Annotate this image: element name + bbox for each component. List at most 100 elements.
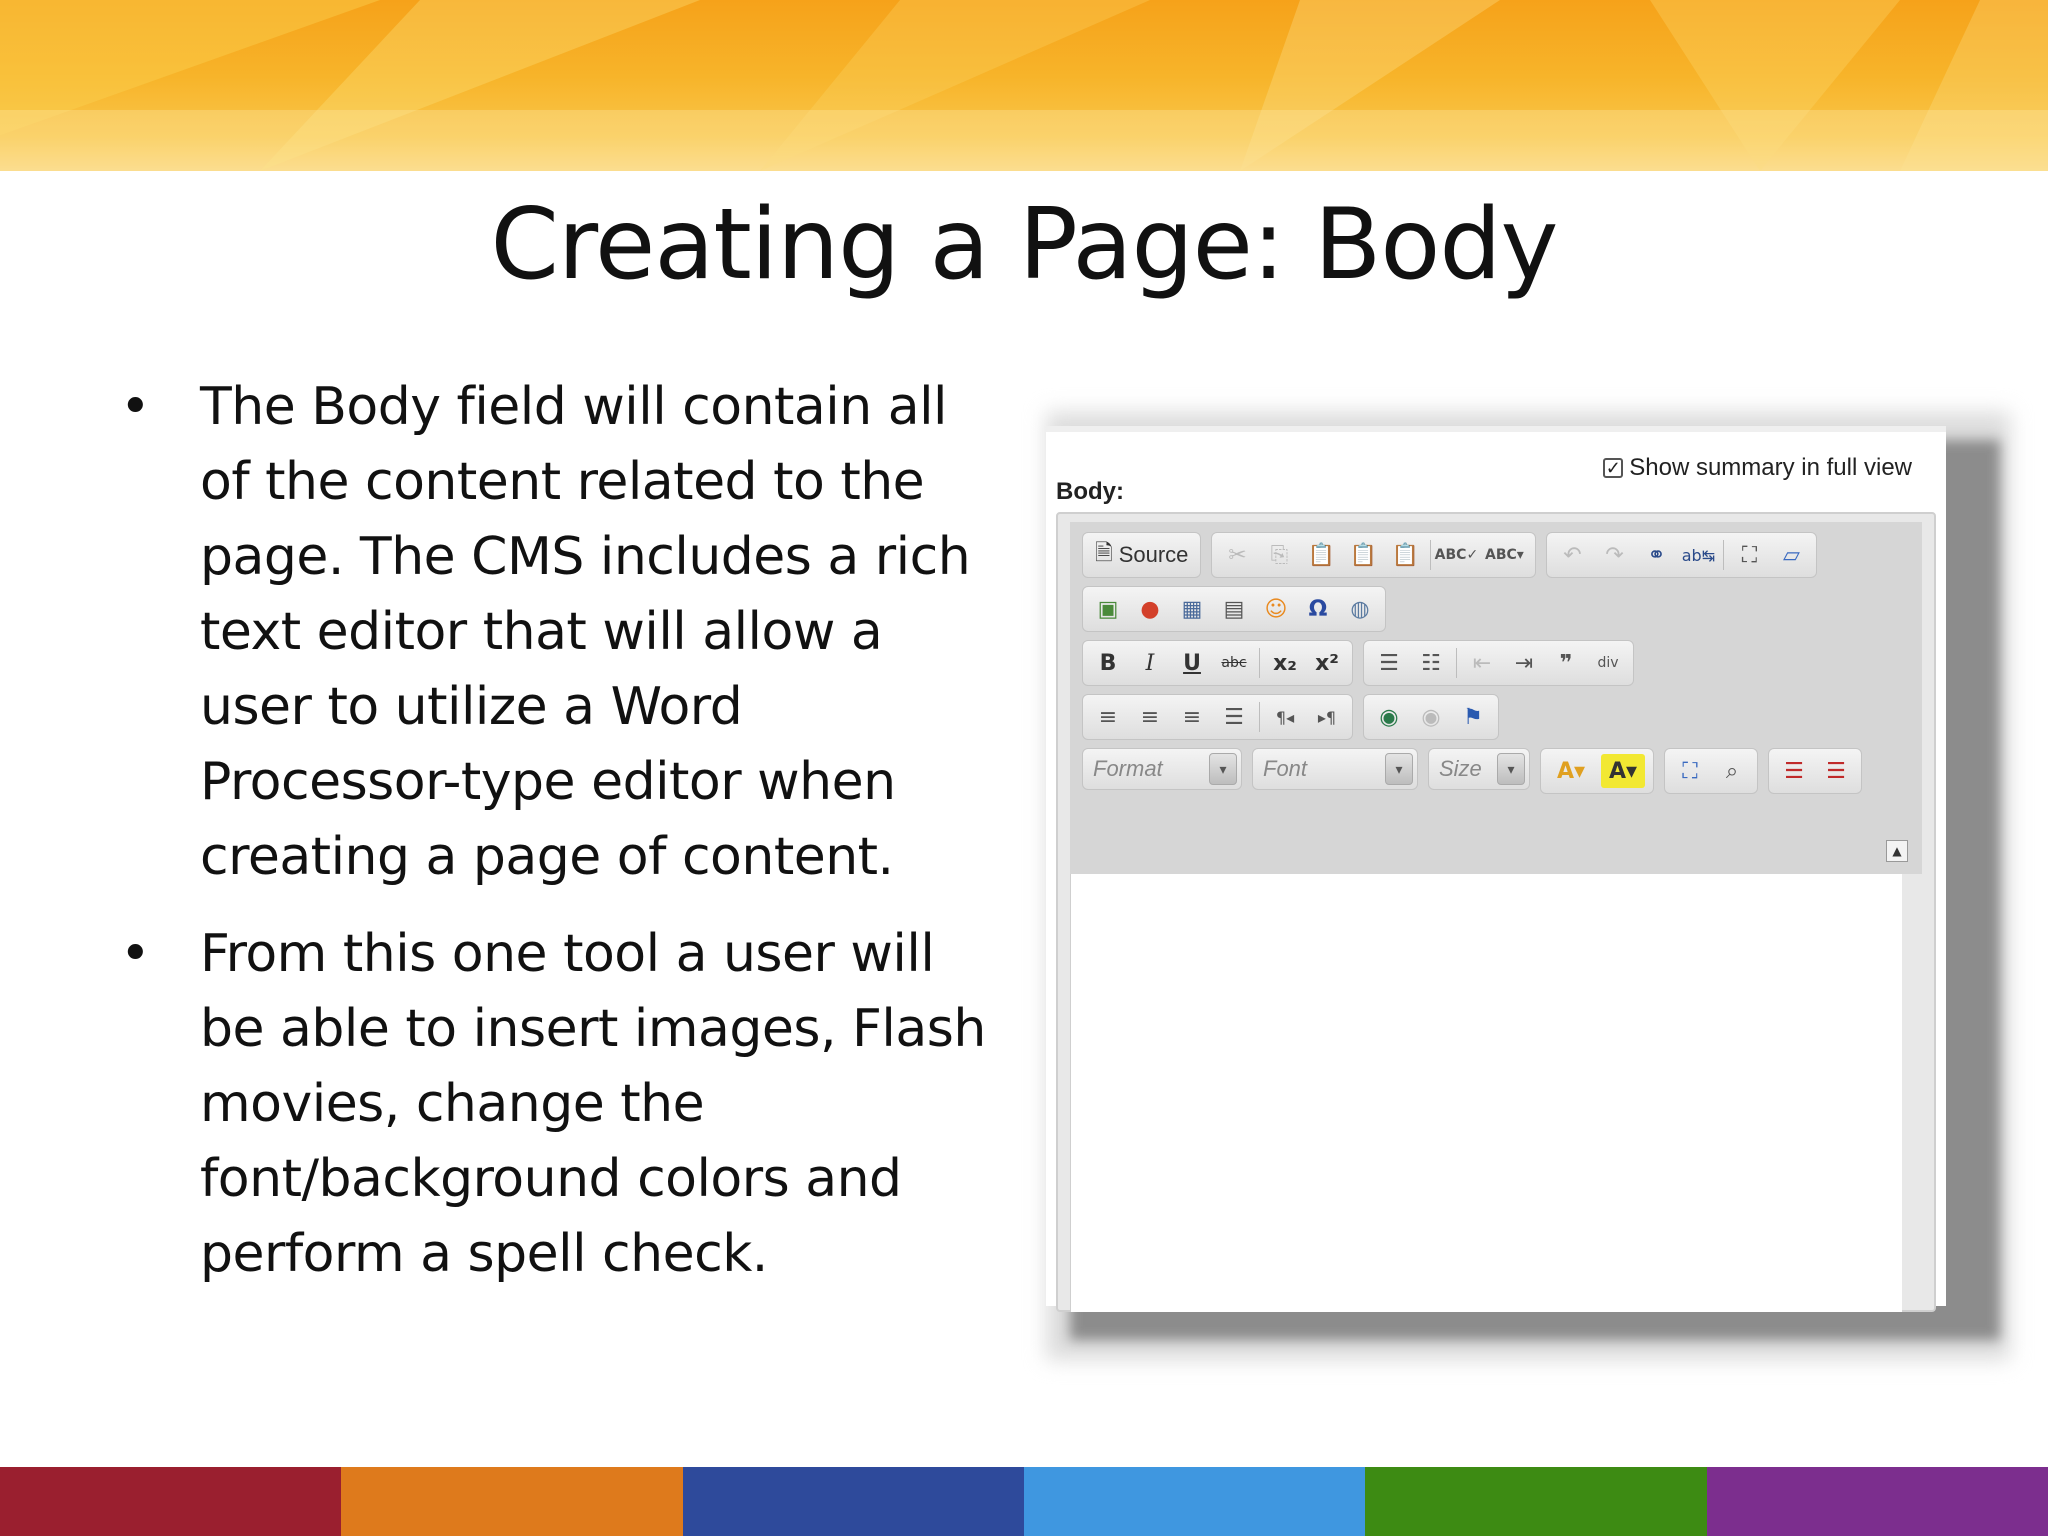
toolbar-group-align: ≡ ≡ ≡ ☰ ¶◂ ▸¶ xyxy=(1082,694,1353,740)
footer-stripe-green xyxy=(1365,1467,1707,1536)
toolbar-group-links: ◉ ◉ ⚑ xyxy=(1363,694,1499,740)
bullet-list-icon[interactable]: ☷ xyxy=(1414,646,1448,680)
bullet-text: From this one tool a user will be able t… xyxy=(200,924,986,1284)
unlink-icon[interactable]: ◉ xyxy=(1414,700,1448,734)
bullet-marker: • xyxy=(120,377,151,437)
toolbar-row-3: B I U abc x₂ x² ☰ ☷ ⇤ ⇥ ❞ div xyxy=(1082,640,1634,686)
flash-icon[interactable]: ● xyxy=(1133,592,1167,626)
toolbar-row-1: 🗎 Source ✂ ⎘ 📋 📋 📋 ABC✓ ABC▾ ↶ ↷ ⚭ ab↹ ⛶… xyxy=(1082,532,1818,578)
toolbar-group-paragraph: ☰ ☷ ⇤ ⇥ ❞ div xyxy=(1363,640,1634,686)
smiley-icon[interactable]: ☺ xyxy=(1259,592,1293,626)
image-icon[interactable]: ▣ xyxy=(1091,592,1125,626)
slide-title: Creating a Page: Body xyxy=(490,188,1558,302)
chevron-down-icon[interactable]: ▾ xyxy=(1209,753,1237,785)
chevron-down-icon[interactable]: ▾ xyxy=(1385,753,1413,785)
source-button[interactable]: 🗎 Source xyxy=(1091,538,1192,572)
size-select[interactable]: Size ▾ xyxy=(1428,748,1530,790)
rtl-icon[interactable]: ▸¶ xyxy=(1310,700,1344,734)
toolbar-group-tools: ⛶ ⌕ xyxy=(1664,748,1758,794)
show-blocks-icon[interactable]: ⌕ xyxy=(1715,754,1749,788)
format-select[interactable]: Format ▾ xyxy=(1082,748,1242,790)
spellcheck-icon[interactable]: ABC✓ xyxy=(1435,538,1479,572)
size-placeholder: Size xyxy=(1439,756,1482,781)
page-break-icon[interactable]: ☰ xyxy=(1777,754,1811,788)
subscript-button[interactable]: x₂ xyxy=(1268,646,1302,680)
spellcheck-menu-icon[interactable]: ABC▾ xyxy=(1481,538,1527,572)
toolbar-row-4: ≡ ≡ ≡ ☰ ¶◂ ▸¶ ◉ ◉ ⚑ xyxy=(1082,694,1499,740)
copy-icon[interactable]: ⎘ xyxy=(1262,538,1296,572)
eraser-icon[interactable]: ▱ xyxy=(1774,538,1808,572)
toolbar-group-source: 🗎 Source xyxy=(1082,532,1202,578)
globe-icon[interactable]: ◍ xyxy=(1343,592,1377,626)
footer-stripe-blue xyxy=(682,1467,1024,1536)
toolbar-separator xyxy=(1456,648,1457,678)
quote-icon[interactable]: ❞ xyxy=(1549,646,1583,680)
redo-icon[interactable]: ↷ xyxy=(1597,538,1631,572)
summary-checkbox[interactable]: ✓ xyxy=(1603,458,1624,478)
ltr-icon[interactable]: ¶◂ xyxy=(1268,700,1302,734)
bullet-list: • The Body field will contain all of the… xyxy=(116,370,996,1314)
binoculars-icon[interactable]: ⚭ xyxy=(1639,538,1673,572)
font-select[interactable]: Font ▾ xyxy=(1252,748,1418,790)
align-left-icon[interactable]: ≡ xyxy=(1091,700,1125,734)
toolbar-group-insert: ▣ ● ▦ ▤ ☺ Ω ◍ xyxy=(1082,586,1386,632)
omega-icon[interactable]: Ω xyxy=(1301,592,1335,626)
toolbar-group-edit: ↶ ↷ ⚭ ab↹ ⛶ ▱ xyxy=(1546,532,1818,578)
toolbar-group-breaks: ☰ ☰ xyxy=(1768,748,1862,794)
superscript-button[interactable]: x² xyxy=(1310,646,1344,680)
strike-button[interactable]: abc xyxy=(1217,646,1251,680)
paste-text-icon[interactable]: 📋 xyxy=(1346,538,1380,572)
rich-text-editor: 🗎 Source ✂ ⎘ 📋 📋 📋 ABC✓ ABC▾ ↶ ↷ ⚭ ab↹ ⛶… xyxy=(1056,512,1936,1312)
justify-icon[interactable]: ☰ xyxy=(1217,700,1251,734)
text-color-icon[interactable]: A▾ xyxy=(1549,754,1593,788)
link-icon[interactable]: ◉ xyxy=(1372,700,1406,734)
align-right-icon[interactable]: ≡ xyxy=(1175,700,1209,734)
summary-label: Show summary in full view xyxy=(1629,454,1912,481)
bold-button[interactable]: B xyxy=(1091,646,1125,680)
div-icon[interactable]: div xyxy=(1591,646,1625,680)
replace-icon[interactable]: ab↹ xyxy=(1681,538,1715,572)
paste-word-icon[interactable]: 📋 xyxy=(1388,538,1422,572)
footer-stripe-red xyxy=(0,1467,342,1536)
bullet-item: • From this one tool a user will be able… xyxy=(116,917,996,1292)
flag-icon[interactable]: ⚑ xyxy=(1456,700,1490,734)
document-icon: 🗎 xyxy=(1095,540,1113,565)
footer-color-bar xyxy=(0,1467,2048,1536)
maximize-icon[interactable]: ⛶ xyxy=(1673,754,1707,788)
chevron-down-icon[interactable]: ▾ xyxy=(1497,753,1525,785)
toolbar-group-clipboard: ✂ ⎘ 📋 📋 📋 ABC✓ ABC▾ xyxy=(1211,532,1537,578)
editor-screenshot: ✓ Show summary in full view Body: 🗎 Sour… xyxy=(1046,426,1946,1312)
body-field-label: Body: xyxy=(1056,478,1124,505)
paste-icon[interactable]: 📋 xyxy=(1304,538,1338,572)
toolbar-separator xyxy=(1430,540,1432,570)
horizontal-rule-icon[interactable]: ▤ xyxy=(1217,592,1251,626)
align-center-icon[interactable]: ≡ xyxy=(1133,700,1167,734)
background-color-icon[interactable]: A▾ xyxy=(1601,754,1645,788)
header-banner xyxy=(0,0,2048,171)
underline-button[interactable]: U xyxy=(1175,646,1209,680)
toolbar-group-colors: A▾ A▾ xyxy=(1540,748,1654,794)
body-content-area[interactable] xyxy=(1070,874,1902,1312)
format-placeholder: Format xyxy=(1093,756,1163,781)
show-summary-toggle[interactable]: ✓ Show summary in full view xyxy=(1603,454,1912,482)
toolbar-row-2: ▣ ● ▦ ▤ ☺ Ω ◍ xyxy=(1082,586,1386,632)
toolbar-row-5: Format ▾ Font ▾ Size ▾ A▾ A▾ ⛶ ⌕ ☰ ☰ xyxy=(1082,748,1862,794)
italic-button[interactable]: I xyxy=(1133,646,1167,680)
teaser-break-icon[interactable]: ☰ xyxy=(1819,754,1853,788)
footer-stripe-orange xyxy=(341,1467,683,1536)
scissors-icon[interactable]: ✂ xyxy=(1220,538,1254,572)
footer-stripe-purple xyxy=(1706,1467,2048,1536)
font-placeholder: Font xyxy=(1263,756,1308,781)
collapse-toolbar-button[interactable]: ▲ xyxy=(1886,840,1908,862)
toolbar-separator xyxy=(1723,540,1725,570)
source-label: Source xyxy=(1118,542,1189,567)
undo-icon[interactable]: ↶ xyxy=(1555,538,1589,572)
numbered-list-icon[interactable]: ☰ xyxy=(1372,646,1406,680)
bullet-item: • The Body field will contain all of the… xyxy=(116,370,996,895)
bullet-marker: • xyxy=(120,924,151,984)
outdent-icon[interactable]: ⇤ xyxy=(1465,646,1499,680)
table-icon[interactable]: ▦ xyxy=(1175,592,1209,626)
indent-icon[interactable]: ⇥ xyxy=(1507,646,1541,680)
toolbar-separator xyxy=(1259,648,1260,678)
select-all-icon[interactable]: ⛶ xyxy=(1732,538,1766,572)
